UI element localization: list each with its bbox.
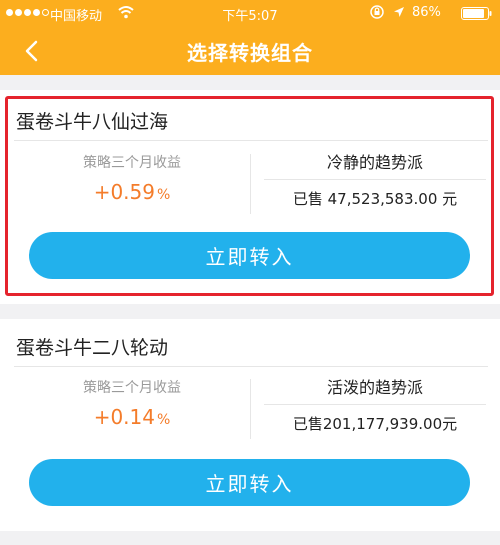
rotation-lock-icon: [370, 5, 384, 19]
column-divider: [250, 154, 251, 214]
location-arrow-icon: [394, 7, 404, 17]
sold-amount: 已售201,177,939.00元: [292, 415, 458, 433]
return-number: +0.14: [93, 405, 155, 429]
transfer-in-button[interactable]: 立即转入: [29, 232, 470, 279]
portfolio-card: 蛋卷斗牛八仙过海 策略三个月收益 +0.59% 冷静的趋势派 已售 47,523…: [0, 90, 500, 304]
return-block: 策略三个月收益 +0.14%: [14, 377, 250, 429]
return-value: +0.59%: [14, 180, 250, 204]
return-unit: %: [156, 412, 171, 428]
battery-percent: 86%: [412, 5, 441, 20]
info-block: 活泼的趋势派 已售201,177,939.00元: [264, 375, 486, 434]
return-label: 策略三个月收益: [83, 380, 181, 396]
app-header: 中国移动 下午5:07 86% 选择转换组合: [0, 0, 500, 75]
style-name: 活泼的趋势派: [326, 378, 423, 397]
battery-icon: [461, 7, 492, 20]
transfer-in-button[interactable]: 立即转入: [29, 459, 470, 506]
nav-bar: 选择转换组合: [0, 26, 500, 75]
page-title: 选择转换组合: [187, 41, 313, 65]
info-block: 冷静的趋势派 已售 47,523,583.00 元: [264, 150, 486, 209]
return-value: +0.14%: [14, 405, 250, 429]
return-unit: %: [156, 187, 171, 203]
return-block: 策略三个月收益 +0.59%: [14, 152, 250, 204]
divider: [264, 179, 486, 180]
portfolio-name: 蛋卷斗牛二八轮动: [16, 337, 169, 359]
divider: [14, 140, 488, 141]
divider: [14, 366, 488, 367]
return-label: 策略三个月收益: [83, 155, 181, 171]
portfolio-name: 蛋卷斗牛八仙过海: [16, 111, 169, 133]
return-number: +0.59: [93, 180, 155, 204]
portfolio-card: 蛋卷斗牛二八轮动 策略三个月收益 +0.14% 活泼的趋势派 已售201,177…: [0, 319, 500, 531]
divider: [264, 404, 486, 405]
style-name: 冷静的趋势派: [326, 153, 423, 172]
status-bar: 中国移动 下午5:07 86%: [0, 0, 500, 26]
column-divider: [250, 379, 251, 439]
sold-amount: 已售 47,523,583.00 元: [292, 190, 458, 208]
